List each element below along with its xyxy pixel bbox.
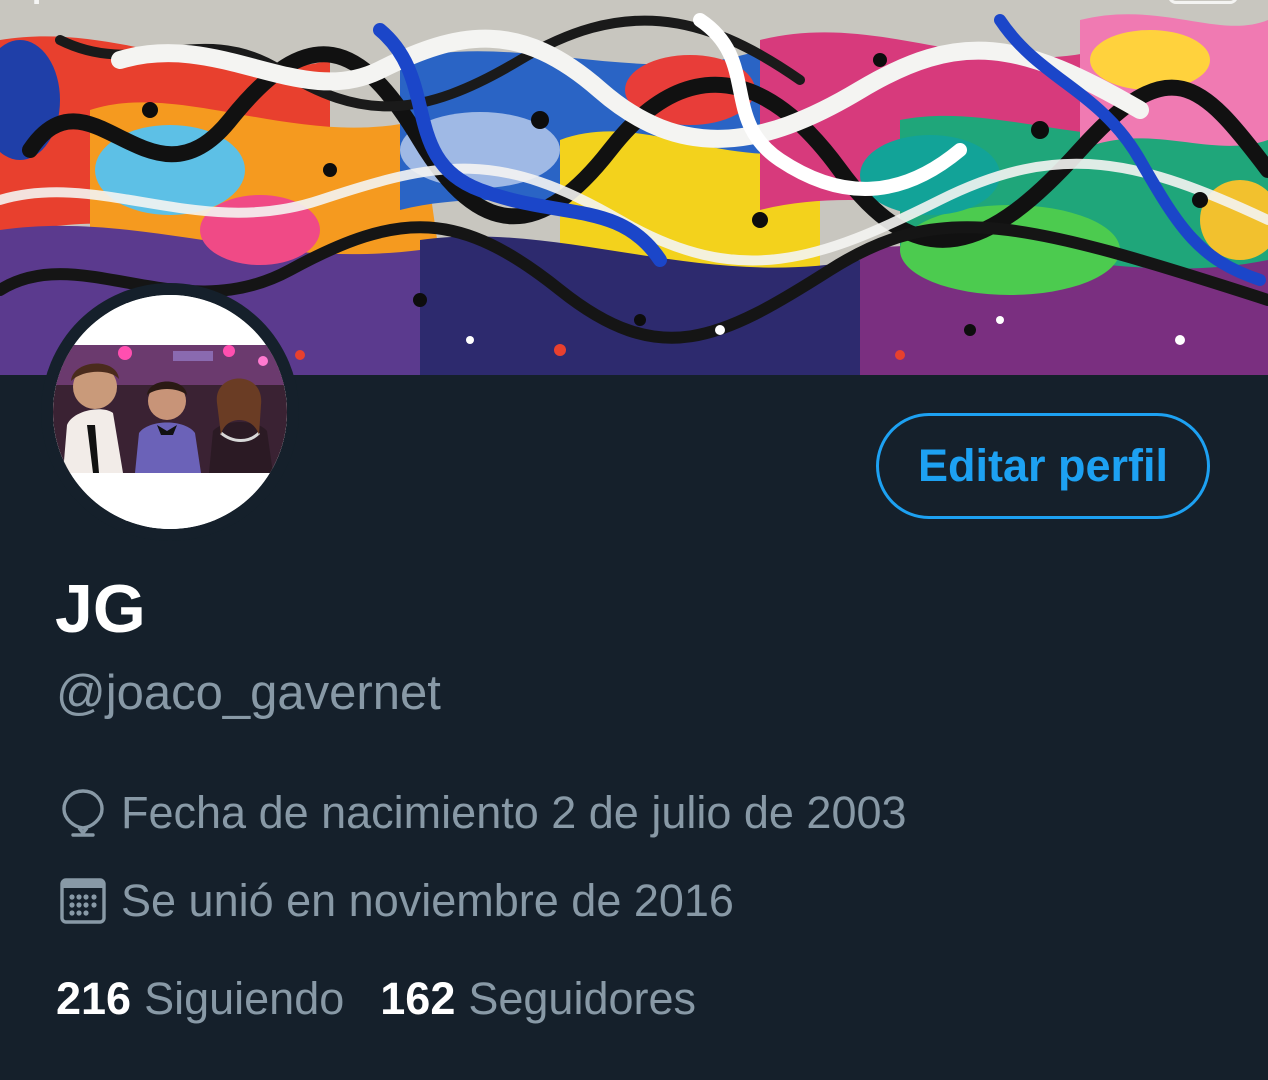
following-label: Siguiendo	[144, 973, 345, 1024]
battery-icon	[1168, 0, 1238, 4]
balloon-icon	[58, 788, 108, 838]
profile-screen: •ı	[0, 0, 1268, 1080]
avatar-photo	[53, 295, 287, 529]
birth-date-text: Fecha de nacimiento 2 de julio de 2003	[121, 787, 907, 838]
followers-count: 162	[380, 973, 456, 1024]
followers-label: Seguidores	[468, 973, 697, 1024]
joined-date-text: Se unió en noviembre de 2016	[121, 875, 734, 926]
avatar-image	[53, 295, 287, 529]
status-bar: •ı	[0, 0, 1268, 14]
following-stat[interactable]: 216 Siguiendo	[56, 972, 344, 1026]
avatar[interactable]	[41, 283, 299, 541]
birth-date-row: Fecha de nacimiento 2 de julio de 2003	[58, 786, 907, 840]
signal-icon: •ı	[20, 0, 41, 13]
display-name: JG	[55, 571, 146, 647]
follow-stats: 216 Siguiendo 162 Seguidores	[56, 972, 696, 1026]
joined-date-row: Se unió en noviembre de 2016	[58, 874, 734, 928]
following-count: 216	[56, 973, 132, 1024]
followers-stat[interactable]: 162 Seguidores	[380, 972, 696, 1026]
edit-profile-button[interactable]: Editar perfil	[876, 413, 1210, 519]
username-handle: @joaco_gavernet	[56, 666, 441, 720]
calendar-icon	[58, 876, 108, 926]
